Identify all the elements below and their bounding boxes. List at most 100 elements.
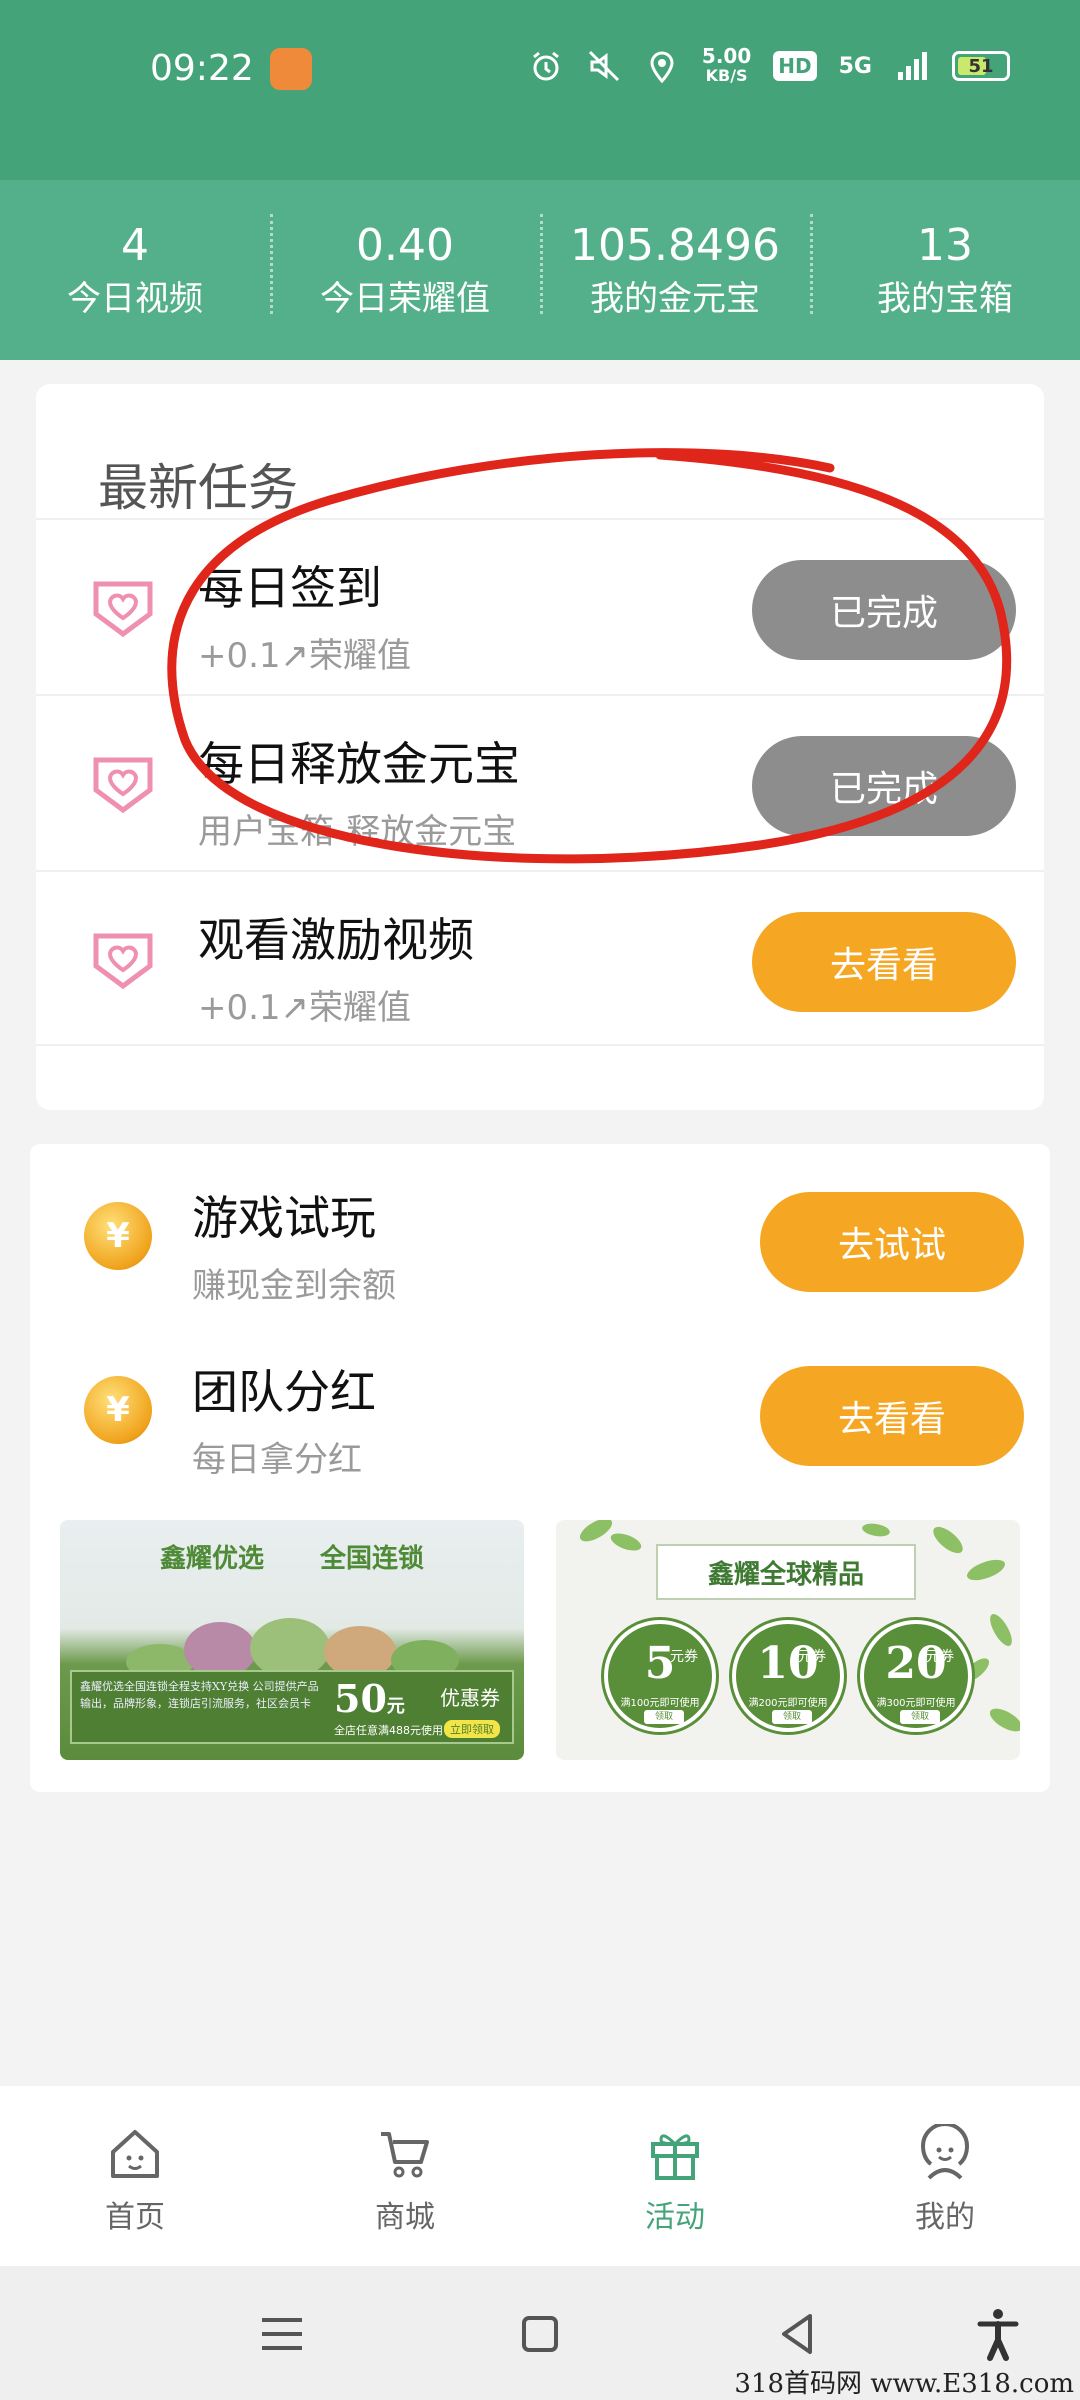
location-icon [650,51,674,84]
try-game-button[interactable]: 去试试 [760,1192,1024,1292]
coupon-claim-button[interactable]: 立即领取 [444,1720,500,1738]
games-card: ¥ 游戏试玩 赚现金到余额 去试试 ¥ 团队分红 每日拿分红 去看看 鑫耀优选 … [30,1144,1050,1792]
accessibility-icon[interactable] [970,2306,1026,2362]
nav-label: 我的 [915,2200,975,2235]
banner-title: 鑫耀全球精品 [656,1544,916,1600]
bottom-nav: 首页 商城 活动 我的 [0,2086,1080,2266]
voucher-10[interactable]: 10 元券 满200元即可使用 领取 [732,1620,844,1732]
stat-value: 105.8496 [570,220,780,271]
system-nav-bar: 318首码网 www.E318.com [0,2266,1080,2400]
stat-value: 4 [121,220,149,271]
voucher-unit: 元券 [798,1649,826,1665]
stat-gold-ingots[interactable]: 105.8496 我的金元宝 [540,180,810,360]
task-done-button[interactable]: 已完成 [752,736,1016,836]
stat-today-honor[interactable]: 0.40 今日荣耀值 [270,180,540,360]
voucher-condition: 满300元即可使用 [876,1698,956,1709]
status-bar: 09:22 5.00 KB/S HD 5G 51 [0,0,1080,180]
profile-icon [920,2124,970,2180]
network-type: 5G [838,53,872,79]
task-row-release-gold: 每日释放金元宝 用户宝箱-释放金元宝 已完成 [36,694,1044,870]
nav-label: 首页 [105,2200,165,2235]
back-icon[interactable] [770,2306,826,2362]
nav-mall[interactable]: 商城 [270,2086,540,2266]
signal-icon [898,52,927,80]
task-row-daily-checkin: 每日签到 +0.1↗荣耀值 已完成 [36,518,1044,694]
game-subtitle: 赚现金到余额 [192,1266,396,1306]
coupon-amount-value: 50 [334,1676,387,1721]
banner-description: 鑫耀优选全国连锁全程支持XY兑换 公司提供产品输出，品牌形象，连锁店引流服务，社… [80,1680,319,1710]
stat-treasure-boxes[interactable]: 13 我的宝箱 [810,180,1080,360]
voucher-claim-button[interactable]: 领取 [644,1710,684,1724]
network-speed-value: 5.00 [701,44,752,68]
heart-badge-icon [93,757,153,814]
view-dividend-button[interactable]: 去看看 [760,1366,1024,1466]
task-row-watch-video: 观看激励视频 +0.1↗荣耀值 去看看 [36,870,1044,1046]
stat-label: 今日视频 [67,279,203,319]
status-icons: 5.00 KB/S HD 5G 51 [528,46,1010,86]
mute-icon [588,50,619,82]
yen-coin-icon: ¥ [84,1202,152,1270]
coupon-label: 优惠券 [440,1686,500,1710]
game-title: 团队分红 [192,1365,376,1419]
banner-heading-1: 鑫耀优选 [159,1544,264,1574]
voucher-claim-button[interactable]: 领取 [900,1710,940,1724]
task-subtitle: 用户宝箱-释放金元宝 [198,812,517,852]
hd-badge: HD [773,51,817,81]
voucher-condition: 满100元即可使用 [620,1698,700,1709]
stats-bar: 4 今日视频 0.40 今日荣耀值 105.8496 我的金元宝 13 我的宝箱 [0,180,1080,360]
section-title: 最新任务 [98,459,298,517]
gift-icon [651,2134,699,2180]
coupon-amount-unit: 元 [386,1696,405,1717]
stat-today-videos[interactable]: 4 今日视频 [0,180,270,360]
game-row-team-dividend: ¥ 团队分红 每日拿分红 去看看 [30,1330,1050,1490]
game-title: 游戏试玩 [192,1191,376,1245]
voucher-condition: 满200元即可使用 [748,1698,828,1709]
task-subtitle: +0.1↗荣耀值 [198,636,412,676]
watch-video-button[interactable]: 去看看 [752,912,1016,1012]
voucher-unit: 元券 [926,1649,954,1665]
heart-badge-icon [93,581,153,638]
battery-icon: 51 [952,51,1010,81]
succulent-plants-image [126,1618,459,1680]
task-done-button[interactable]: 已完成 [752,560,1016,660]
tasks-card: 最新任务 每日签到 +0.1↗荣耀值 已完成 每日释放金元宝 用户宝箱-释放金元… [36,384,1044,1110]
nav-home[interactable]: 首页 [0,2086,270,2266]
task-title: 每日释放金元宝 [198,737,520,791]
stat-value: 13 [917,220,973,271]
battery-level: 51 [968,55,994,77]
nav-label: 商城 [375,2200,435,2235]
banner-heading: 鑫耀优选 全国连锁 [60,1538,524,1575]
banner-xinyao-select[interactable]: 鑫耀优选 全国连锁 鑫耀优选全国连锁全程支持XY兑换 公司提供产品输出，品牌形象… [60,1520,524,1760]
coupon-condition: 全店任意满488元使用 [334,1724,443,1737]
network-speed-unit: KB/S [705,66,748,85]
stat-label: 我的金元宝 [590,279,760,319]
coupon-box: 鑫耀优选全国连锁全程支持XY兑换 公司提供产品输出，品牌形象，连锁店引流服务，社… [70,1670,514,1744]
status-time: 09:22 [150,48,254,89]
coupon-amount: 50元 [334,1676,405,1721]
nav-profile[interactable]: 我的 [810,2086,1080,2266]
task-title: 每日签到 [198,561,382,615]
heart-badge-icon [93,933,153,990]
nav-activity[interactable]: 活动 [540,2086,810,2266]
menu-icon[interactable] [254,2306,310,2362]
app-notification-icon [270,48,312,90]
game-row-trial: ¥ 游戏试玩 赚现金到余额 去试试 [30,1156,1050,1316]
home-square-icon[interactable] [512,2306,568,2362]
network-speed: 5.00 KB/S [702,46,751,86]
cart-icon [381,2132,429,2178]
stat-value: 0.40 [356,220,454,271]
nav-label: 活动 [645,2200,705,2235]
alarm-icon [532,51,559,81]
voucher-20[interactable]: 20 元券 满300元即可使用 领取 [860,1620,972,1732]
stat-label: 我的宝箱 [877,279,1013,319]
voucher-claim-button[interactable]: 领取 [772,1710,812,1724]
voucher-5[interactable]: 5 元券 满100元即可使用 领取 [604,1620,716,1732]
banner-heading-2: 全国连锁 [320,1544,425,1574]
stat-label: 今日荣耀值 [320,279,490,319]
yen-coin-icon: ¥ [84,1376,152,1444]
task-title: 观看激励视频 [198,913,474,967]
watermark: 318首码网 www.E318.com [734,2369,1074,2399]
home-icon [111,2130,159,2178]
game-subtitle: 每日拿分红 [192,1440,362,1480]
banner-global-boutique[interactable]: 鑫耀全球精品 5 元券 满100元即可使用 领取 10 元券 满200元即可使用… [556,1520,1020,1760]
